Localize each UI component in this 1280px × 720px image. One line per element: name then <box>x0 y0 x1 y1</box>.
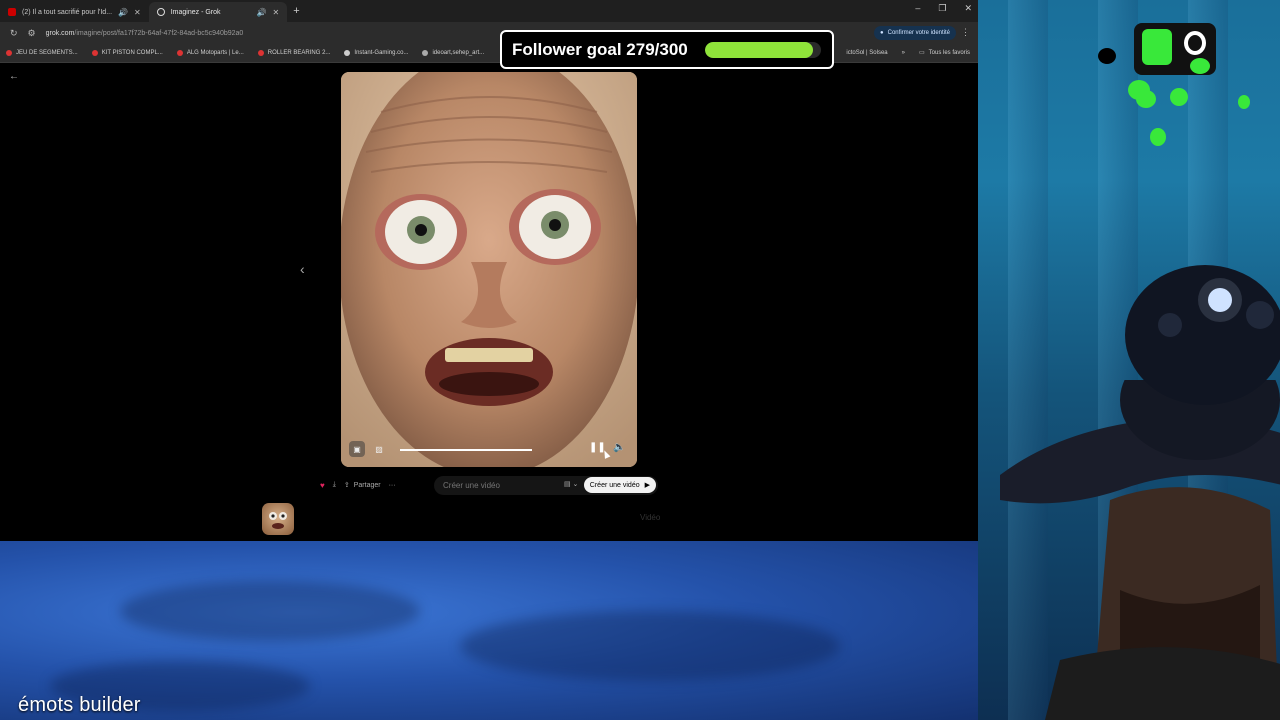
sticker-blob <box>1238 95 1250 109</box>
chevron-left-icon[interactable]: ‹ <box>300 261 305 277</box>
folder-icon: ▭ <box>918 50 925 56</box>
face-thumbnail-icon <box>269 512 287 529</box>
play-icon: ▶ <box>644 482 650 489</box>
couch-background <box>0 541 1000 720</box>
sticker-blob <box>1170 88 1188 106</box>
bookmark-overflow-icon[interactable]: » <box>902 49 905 56</box>
browser-window: (2) Il a tout sacrifié pour l'Id... 🔊 ✕ … <box>0 0 978 541</box>
grok-imagine-page: ← ‹ ▣ ▨ ❚❚ 🔈 ♥ ⤓ ⇪ Partager ··· Créer un… <box>0 63 978 541</box>
bookmark-label: ROLLER BEARING 2... <box>267 50 331 56</box>
video-settings-icon[interactable]: ▤ ⌄ <box>564 480 578 488</box>
more-label: ··· <box>388 481 396 489</box>
video-controls: ▣ ▨ ❚❚ 🔈 <box>341 441 637 459</box>
reload-icon[interactable]: ↻ <box>10 28 18 39</box>
like-button[interactable]: ♥ <box>320 481 325 490</box>
headlamp-icon <box>1125 265 1280 405</box>
bookmark-item[interactable]: ideoart,sehep_art... <box>422 50 484 56</box>
bookmark-favicon-icon <box>91 50 98 56</box>
bookmark-item[interactable]: ROLLER BEARING 2... <box>257 50 331 56</box>
grok-icon <box>156 8 165 16</box>
video-prompt-bar: ▤ ⌄ Créer une vidéo ▶ <box>434 476 658 495</box>
stream-layout: (2) Il a tout sacrifié pour l'Id... 🔊 ✕ … <box>0 0 1280 720</box>
maximize-icon[interactable]: ❐ <box>938 3 946 14</box>
bookmark-item[interactable]: JEU DE SEGMENTS... <box>6 50 78 56</box>
face-video-frame <box>341 72 637 467</box>
thumbnail-avatar[interactable] <box>262 503 294 535</box>
site-info-icon[interactable]: ⚙ <box>28 28 36 39</box>
window-controls: – ❐ ✕ <box>915 3 972 14</box>
tab-youtube[interactable]: (2) Il a tout sacrifié pour l'Id... 🔊 ✕ <box>0 2 149 22</box>
bookmark-label: JEU DE SEGMENTS... <box>16 50 78 56</box>
follower-goal-text: Follower goal 279/300 <box>512 39 688 59</box>
speaker-icon: 🔊 <box>256 7 267 17</box>
download-button[interactable]: ⤓ <box>333 481 336 489</box>
bookmark-item[interactable]: ALG Motoparts | Le... <box>176 50 244 56</box>
close-window-icon[interactable]: ✕ <box>964 3 972 14</box>
tab-label: (2) Il a tout sacrifié pour l'Id... <box>22 8 113 16</box>
url-field[interactable]: grok.com/imagine/post/fa17f72b-64af-47f2… <box>46 30 244 37</box>
menu-icon[interactable]: ⋮ <box>961 27 970 38</box>
share-icon: ⇪ <box>343 482 350 489</box>
bookmark-item[interactable]: ictoSol | Solsea <box>846 49 887 56</box>
profile-icon: ● <box>880 30 884 36</box>
overlay-caption: émots builder <box>18 694 141 716</box>
bookmark-favicon-icon <box>6 50 12 56</box>
close-icon[interactable]: ✕ <box>272 8 279 17</box>
video-prompt-input[interactable] <box>443 481 563 490</box>
confirm-identity-label: Confirmer votre identité <box>887 30 950 36</box>
new-tab-button[interactable]: + <box>287 5 305 17</box>
streamer-figure <box>1000 380 1280 720</box>
bookmark-item[interactable]: Instant-Gaming.co... <box>344 50 408 56</box>
confirm-identity-button[interactable]: ● Confirmer votre identité <box>874 26 956 40</box>
bookmark-favicon-icon <box>257 50 264 56</box>
download-icon: ⤓ <box>332 481 336 488</box>
bookmark-label: Tous les favoris <box>928 49 970 56</box>
sticker-blob <box>1136 90 1156 108</box>
sticker-blob <box>1190 58 1210 74</box>
volume-icon[interactable]: 🔈 <box>613 442 625 453</box>
url-host: grok.com <box>45 29 75 37</box>
bookmarks-right: ictoSol | Solsea » ▭ Tous les favoris <box>846 49 970 57</box>
logo-shape <box>1142 29 1172 65</box>
bookmark-label: ideoart,sehep_art... <box>432 50 485 56</box>
generated-video-player[interactable]: ▣ ▨ ❚❚ 🔈 <box>341 72 637 467</box>
tab-label: Imaginez - Grok <box>170 8 221 16</box>
url-path: /imagine/post/fa17f72b-64af-47f2-84ad-bc… <box>74 29 244 37</box>
follower-goal-widget: Follower goal 279/300 <box>500 30 834 69</box>
bookmark-label: KIT PISTON COMPL... <box>101 50 163 56</box>
ghost-video-label: Vidéo <box>640 513 661 522</box>
logo-ring-icon <box>1184 31 1206 55</box>
back-arrow-icon[interactable]: ← <box>9 71 19 82</box>
close-icon[interactable]: ✕ <box>134 8 141 17</box>
tab-grok[interactable]: Imaginez - Grok 🔊 ✕ <box>148 2 288 22</box>
all-bookmarks-folder[interactable]: ▭ Tous les favoris <box>918 49 970 57</box>
sticker-blob <box>1150 128 1166 146</box>
sticker-blob <box>1098 48 1116 64</box>
bookmark-favicon-icon <box>344 50 351 56</box>
speaker-icon: 🔊 <box>118 7 129 17</box>
share-button[interactable]: ⇪ Partager <box>343 481 381 490</box>
post-actions: ♥ ⤓ ⇪ Partager ··· <box>320 476 396 494</box>
bookmark-label: Instant-Gaming.co... <box>354 50 409 56</box>
image-mode-icon[interactable]: ▨ <box>371 441 387 457</box>
bookmark-favicon-icon <box>176 50 183 56</box>
video-mode-icon[interactable]: ▣ <box>349 441 365 457</box>
bookmark-favicon-icon <box>422 50 429 56</box>
video-progress-fill <box>400 449 532 451</box>
heart-icon: ♥ <box>320 480 325 490</box>
create-video-label: Créer une vidéo <box>589 481 640 489</box>
bookmark-label: ALG Motoparts | Le... <box>186 50 244 56</box>
more-button[interactable]: ··· <box>389 482 396 489</box>
bookmark-label: ictoSol | Solsea <box>846 49 888 56</box>
bookmark-item[interactable]: KIT PISTON COMPL... <box>91 50 163 56</box>
minimize-icon[interactable]: – <box>915 3 920 14</box>
tab-bar: (2) Il a tout sacrifié pour l'Id... 🔊 ✕ … <box>0 0 978 22</box>
youtube-icon <box>8 8 16 16</box>
create-video-button[interactable]: Créer une vidéo ▶ <box>583 477 656 493</box>
video-progress-bar[interactable] <box>400 449 532 451</box>
follower-goal-fill <box>705 42 813 58</box>
share-label: Partager <box>353 481 381 489</box>
follower-goal-bar <box>705 42 821 58</box>
